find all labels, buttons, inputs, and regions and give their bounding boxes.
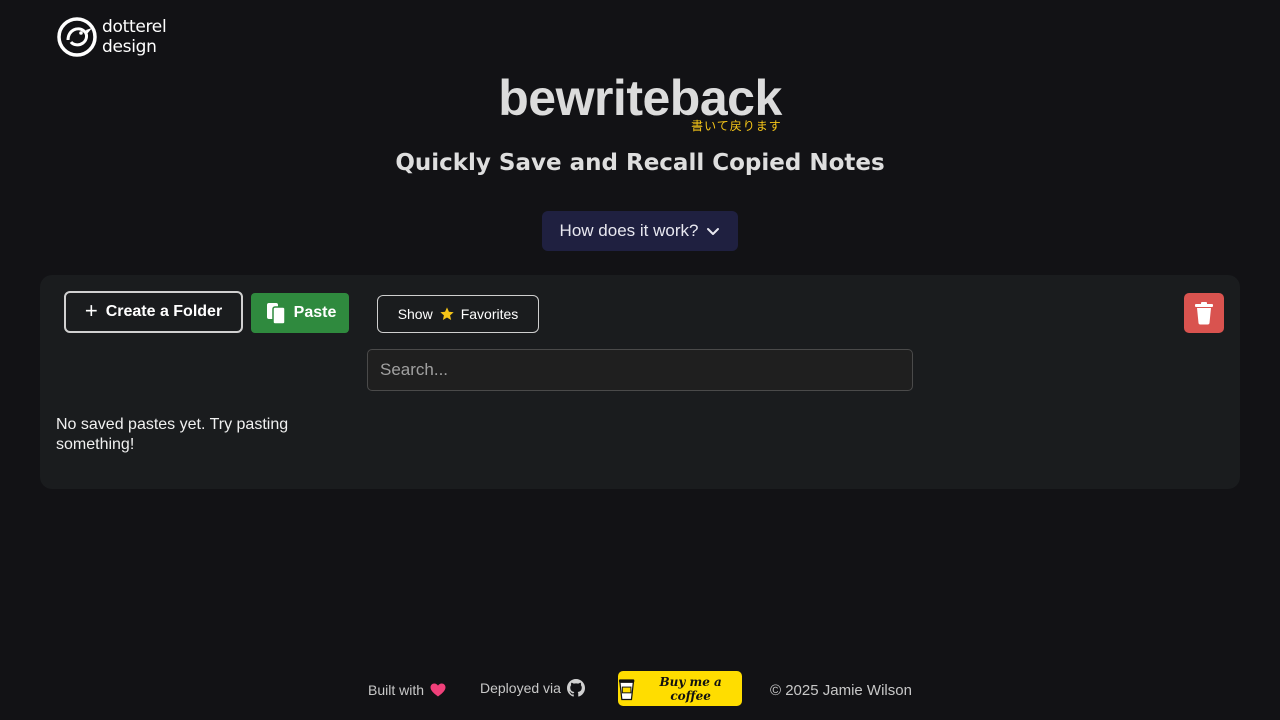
clipboard-icon <box>266 303 286 325</box>
paste-label: Paste <box>293 304 337 321</box>
empty-pastes-message: No saved pastes yet. Try pasting somethi… <box>56 416 289 453</box>
favorites-label: Favorites <box>460 306 519 322</box>
logo-text-line1: dotterel <box>102 17 167 37</box>
how-does-it-work-label: How does it work? <box>559 221 699 240</box>
page-subtitle: Quickly Save and Recall Copied Notes <box>395 150 885 176</box>
search-input[interactable] <box>367 349 913 391</box>
create-folder-label: Create a Folder <box>105 303 223 320</box>
copyright: © 2025 Jamie Wilson <box>770 672 912 708</box>
star-icon <box>440 307 454 320</box>
bird-logo-icon <box>57 17 97 57</box>
built-with: Built with <box>368 672 446 708</box>
how-does-it-work-button[interactable]: How does it work? <box>542 211 738 251</box>
buy-me-a-coffee-button[interactable]: Buy me a coffee <box>618 671 742 706</box>
plus-icon: + <box>84 298 98 323</box>
github-icon <box>566 679 585 697</box>
title-block: bewriteback 書いて戻ります <box>498 70 782 133</box>
built-with-label: Built with <box>368 682 425 698</box>
logo-text-line2: design <box>102 37 157 57</box>
page-title-japanese: 書いて戻ります <box>691 119 782 133</box>
coffee-label: Buy me a coffee <box>659 674 722 703</box>
chevron-down-icon <box>707 228 720 235</box>
deployed-via[interactable]: Deployed via <box>480 670 585 706</box>
show-label: Show <box>397 306 433 322</box>
pastes-panel: + Create a Folder Paste Show Favorites N… <box>40 275 1240 489</box>
footer: Built with Deployed via Buy me a coffee … <box>0 671 1280 707</box>
trash-icon <box>1195 302 1213 325</box>
copyright-text: © 2025 Jamie Wilson <box>770 681 912 699</box>
paste-button[interactable]: Paste <box>251 293 349 333</box>
dotterel-design-logo[interactable]: dotterel design <box>56 16 167 58</box>
show-favorites-button[interactable]: Show Favorites <box>377 295 539 333</box>
deployed-via-label: Deployed via <box>480 680 561 696</box>
create-folder-button[interactable]: + Create a Folder <box>64 291 243 333</box>
heart-icon <box>430 683 446 697</box>
coffee-cup-icon <box>618 678 635 700</box>
delete-all-button[interactable] <box>1184 293 1224 333</box>
